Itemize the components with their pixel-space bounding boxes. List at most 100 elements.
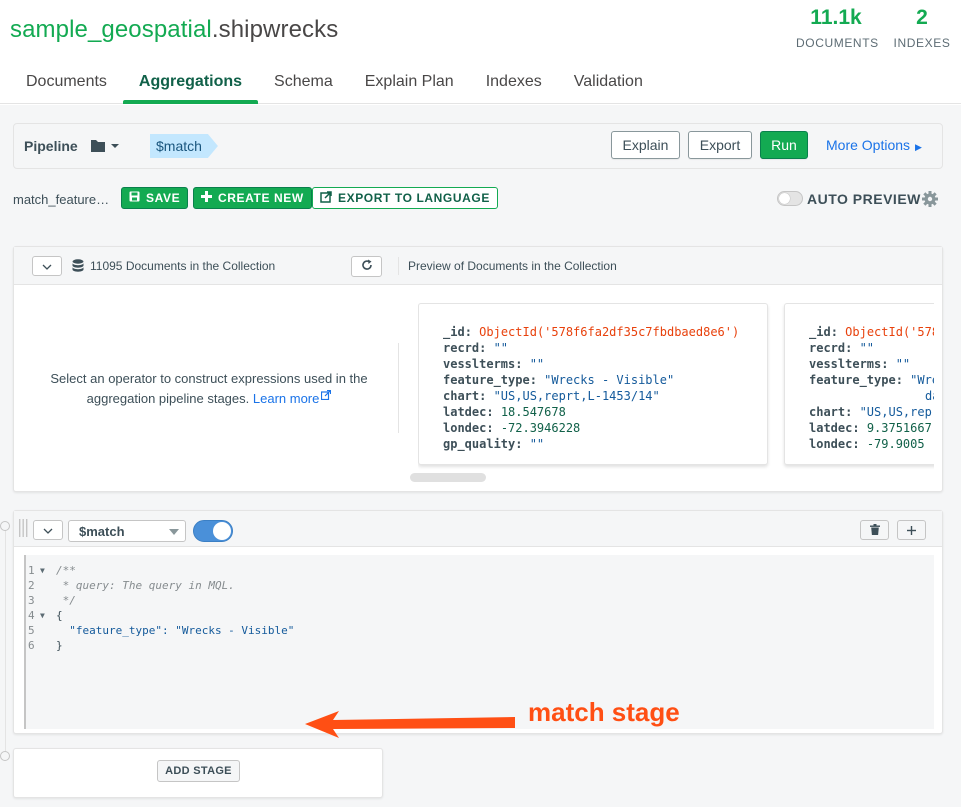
stage-header: $match [14, 511, 942, 547]
document-field: feature_type: "Wrecks - Visible" [443, 373, 675, 387]
trash-icon [869, 522, 880, 538]
line-number: 3 [28, 594, 35, 607]
collection-preview-panel: 11095 Documents in the Collection Previe… [13, 246, 943, 492]
document-field: _id: ObjectId('578 [809, 324, 934, 340]
pipeline-toolbar: Pipeline $match Explain Export Run More … [13, 123, 943, 169]
collapse-stage-button[interactable] [33, 520, 63, 540]
export-to-language-label: EXPORT TO LANGUAGE [338, 191, 490, 205]
add-stage-container: ADD STAGE [13, 748, 383, 798]
collection-name: .shipwrecks [211, 16, 339, 43]
tab-validation[interactable]: Validation [558, 62, 659, 104]
delete-stage-button[interactable] [860, 520, 889, 540]
field-value: dang [925, 389, 934, 403]
field-value: "" [493, 341, 509, 355]
stage-connector-dot [0, 521, 10, 531]
folder-icon[interactable] [90, 138, 120, 154]
fold-arrow-icon[interactable]: ▼ [40, 563, 45, 578]
indexes-stat: 2 INDEXES [893, 6, 951, 50]
explain-button[interactable]: Explain [611, 131, 680, 159]
gear-icon[interactable] [921, 190, 939, 208]
field-value: "Wre [910, 373, 934, 387]
auto-preview-label: AUTO PREVIEW [807, 191, 921, 207]
collection-document-count: 11095 Documents in the Collection [90, 259, 276, 273]
preview-label: Preview of Documents in the Collection [408, 259, 617, 273]
create-new-button[interactable]: CREATE NEW [193, 187, 312, 209]
document-field: londec: -79.9005 [809, 437, 925, 451]
save-icon [129, 191, 140, 205]
namespace-title: sample_geospatial.shipwrecks [10, 16, 338, 44]
learn-more-link[interactable]: Learn more [252, 389, 332, 406]
stage-pill-match[interactable]: $match [150, 134, 218, 158]
add-stage-after-button[interactable] [897, 520, 926, 540]
field-key: londec [809, 437, 853, 451]
more-options-link[interactable]: More Options ▶ [826, 137, 922, 153]
field-value: ObjectId('578f6fa2df35c7fbdbaed8e6') [479, 325, 740, 339]
code-text: "feature_type": "Wrecks - Visible" [56, 624, 295, 637]
field-value: 18.547678 [500, 405, 566, 419]
create-new-label: CREATE NEW [218, 191, 304, 205]
drag-handle-icon[interactable] [19, 519, 28, 537]
documents-count: 11.1k [810, 6, 862, 29]
tab-schema[interactable]: Schema [258, 62, 349, 104]
stage-enabled-toggle[interactable] [193, 520, 233, 542]
collection-preview-header: 11095 Documents in the Collection Previe… [14, 247, 942, 285]
collection-tabs: Documents Aggregations Schema Explain Pl… [10, 62, 659, 104]
document-preview-list[interactable]: _id: ObjectId('578f6fa2df35c7fbdbaed8e6'… [418, 303, 934, 471]
field-value: "" [895, 357, 911, 371]
line-number: 2 [28, 579, 35, 592]
tab-indexes[interactable]: Indexes [470, 62, 558, 104]
export-button[interactable]: Export [688, 131, 752, 159]
stage-operator-select[interactable]: $match [68, 520, 186, 542]
auto-preview-toggle[interactable] [777, 191, 803, 206]
chevron-down-icon [42, 257, 52, 275]
save-button[interactable]: SAVE [121, 187, 189, 209]
field-key: vesslterms [809, 357, 882, 371]
pipeline-name[interactable]: match_feature… [13, 192, 109, 207]
add-stage-button[interactable]: ADD STAGE [157, 760, 240, 782]
horizontal-scrollbar[interactable] [410, 473, 486, 482]
field-key: chart [443, 389, 480, 403]
export-to-language-button[interactable]: EXPORT TO LANGUAGE [312, 187, 498, 209]
database-icon [72, 259, 84, 278]
document-card: _id: ObjectId('578f6fa2df35c7fbdbaed8e6'… [418, 303, 768, 465]
panel-divider [398, 343, 399, 433]
code-line: 6} [26, 638, 934, 653]
field-key: feature_type [809, 373, 896, 387]
plus-icon [201, 191, 212, 205]
field-value: "" [529, 437, 545, 451]
learn-more-label: Learn more [252, 391, 320, 406]
stage-operator-value: $match [79, 524, 125, 539]
refresh-button[interactable] [351, 256, 382, 277]
stage-connector-line [5, 525, 6, 755]
database-name: sample_geospatial [10, 16, 212, 43]
field-value: "Wrecks - Visible" [544, 373, 675, 387]
document-field: _id: ObjectId('578f6fa2df35c7fbdbaed8e6'… [443, 325, 740, 339]
field-key: recrd [443, 341, 480, 355]
field-value: ObjectId('578 [845, 325, 934, 339]
document-field: chart: "US,US,reprt,L-1453/14" [443, 389, 660, 403]
tab-documents[interactable]: Documents [10, 62, 123, 104]
field-value: "US,US,rep [859, 405, 932, 419]
stage-code-editor[interactable]: 1 ▼/** 2 * query: The query in MQL. 3 */4 ▼{… [24, 555, 934, 729]
indexes-label: INDEXES [893, 36, 951, 50]
code-line: 3 */ [26, 593, 934, 608]
field-value: "" [859, 341, 875, 355]
document-field: recrd: "" [443, 341, 509, 355]
run-button[interactable]: Run [760, 131, 808, 159]
fold-arrow-icon[interactable]: ▼ [40, 608, 45, 623]
line-number: 6 [28, 639, 35, 652]
field-key: gp_quality [443, 437, 516, 451]
tab-explain-plan[interactable]: Explain Plan [349, 62, 470, 104]
collapse-collection-button[interactable] [32, 256, 62, 276]
caret-down-icon [169, 529, 179, 535]
field-key: _id [443, 325, 465, 339]
stage-connector-dot [0, 751, 10, 761]
document-field: latdec: 9.3751667 [809, 421, 932, 435]
code-text: } [56, 639, 63, 652]
document-field: londec: -72.3946228 [443, 421, 581, 435]
document-field: latdec: 18.547678 [443, 405, 566, 419]
refresh-icon [361, 258, 373, 276]
aggregations-workspace: Pipeline $match Explain Export Run More … [0, 105, 961, 807]
tab-aggregations[interactable]: Aggregations [122, 62, 259, 104]
code-text: * query: The query in MQL. [56, 579, 235, 592]
